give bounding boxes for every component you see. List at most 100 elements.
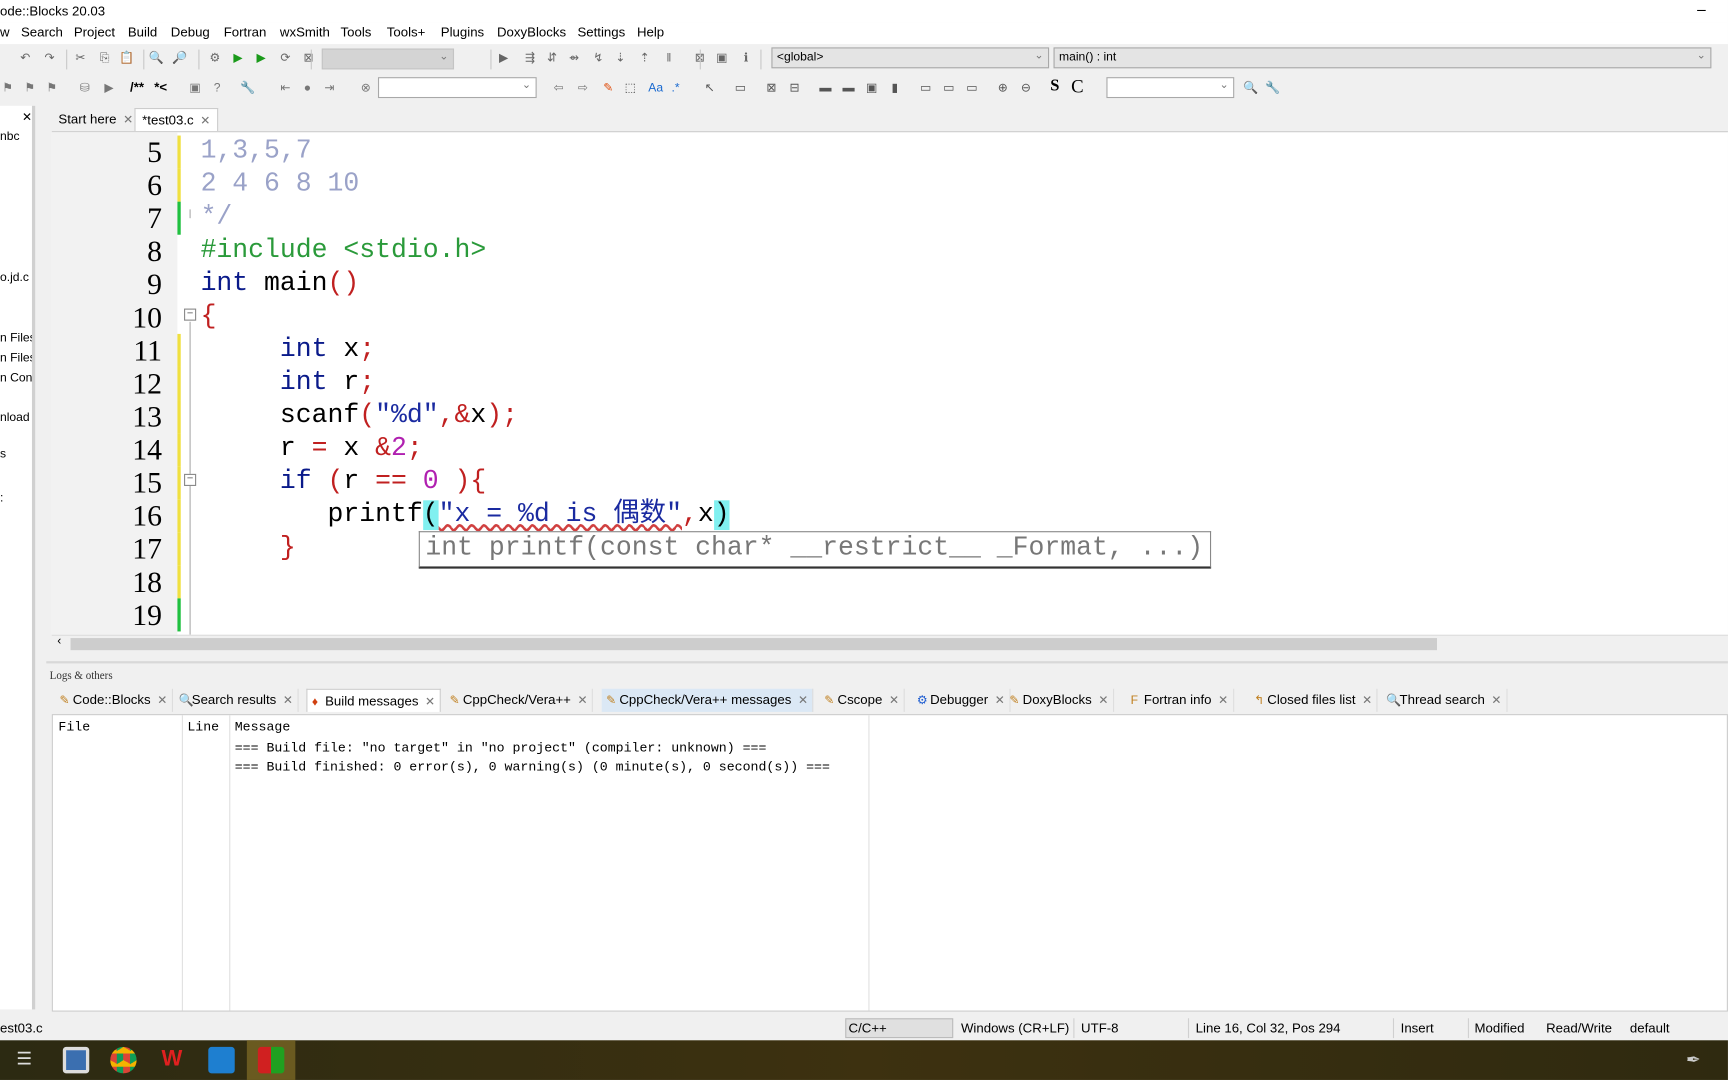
column-header-message[interactable]: Message [235, 720, 291, 735]
copy-icon[interactable]: 📋 [119, 51, 134, 66]
tree-item[interactable]: nbc [0, 130, 20, 143]
toolbar-tool-icon[interactable]: .* [668, 80, 683, 95]
log-tab[interactable]: ↰ Closed files list ✕ [1250, 688, 1378, 712]
toolbar-tool-icon[interactable]: ▬ [841, 80, 856, 95]
search-combo[interactable]: ⌄ [1106, 77, 1235, 99]
code-line[interactable]: } [201, 532, 296, 565]
run-icon[interactable]: ▶ [253, 51, 268, 66]
toolbar-tool-icon[interactable]: ▭ [733, 80, 748, 95]
build-icon[interactable]: ▶ [230, 51, 245, 66]
log-tab[interactable]: ♦ Build messages ✕ [306, 688, 441, 712]
step-instr-icon[interactable]: ⇡ [637, 51, 652, 66]
toolbar-tool-icon[interactable]: ▭ [918, 80, 933, 95]
wps-icon[interactable]: W [159, 1047, 185, 1073]
toolbar-tool-icon[interactable]: ↖ [702, 80, 717, 95]
close-tab-icon[interactable]: ✕ [123, 114, 133, 127]
jump-back-icon[interactable]: ⇤ [278, 80, 293, 95]
doxy-config-icon[interactable]: ▣ [187, 80, 202, 95]
pen-icon[interactable]: ✒ [1686, 1049, 1701, 1071]
highlight-pen-icon[interactable]: ✎ [601, 80, 616, 95]
toolbar-tool-icon[interactable]: ▭ [941, 80, 956, 95]
open-icon[interactable]: ↶ [18, 51, 33, 66]
close-tab-icon[interactable]: ✕ [1362, 694, 1372, 707]
file-explorer-icon[interactable] [62, 1046, 90, 1074]
info-icon[interactable]: ℹ [738, 51, 753, 66]
toolbar-tool-icon[interactable]: ⊟ [787, 80, 802, 95]
bookmark-next-icon[interactable]: ⚑ [22, 80, 37, 95]
symbol-s-button[interactable]: S [1050, 77, 1059, 96]
arrow-right-icon[interactable]: ⇨ [575, 80, 590, 95]
tree-item[interactable]: n Con [0, 371, 32, 384]
stop-icon[interactable]: ‖ [661, 51, 676, 66]
find-icon[interactable]: 🔎 [172, 51, 187, 66]
menu-w[interactable]: w [0, 24, 10, 39]
step-into-icon[interactable]: ⇴ [566, 51, 581, 66]
code-line[interactable]: */ [201, 202, 233, 235]
menu-wxsmith[interactable]: wxSmith [280, 24, 330, 39]
code-line[interactable]: r = x &2; [201, 433, 423, 466]
close-tab-icon[interactable]: ✕ [578, 694, 588, 707]
close-tab-icon[interactable]: ✕ [1098, 694, 1108, 707]
build-target-combo[interactable]: ⌄ [321, 48, 455, 70]
horizontal-scrollbar[interactable]: ‹ [51, 634, 1728, 651]
tree-item[interactable]: nload [0, 411, 30, 424]
tree-item[interactable]: : [0, 491, 3, 504]
minimize-button[interactable]: – [1690, 0, 1712, 20]
close-tab-icon[interactable]: ✕ [889, 694, 899, 707]
step-icon[interactable]: ⇵ [544, 51, 559, 66]
code-line[interactable]: if (r == 0 ){ [201, 466, 486, 499]
code-line[interactable]: 2 4 6 8 10 [201, 169, 360, 202]
code-line[interactable]: scanf("%d",&x); [201, 400, 518, 433]
close-tab-icon[interactable]: ✕ [1218, 694, 1228, 707]
step-out-icon[interactable]: ↯ [591, 51, 606, 66]
log-tab[interactable]: ⚙ Debugger ✕ [912, 688, 1011, 712]
tree-item[interactable]: n Files [0, 352, 32, 365]
scrollbar-thumb[interactable] [70, 638, 1438, 651]
code-line[interactable]: 1,3,5,7 [201, 136, 312, 169]
debug-window-icon[interactable]: ▣ [714, 51, 729, 66]
column-header-line[interactable]: Line [187, 720, 219, 735]
abort-icon[interactable]: ▶ [496, 51, 511, 66]
menu-build[interactable]: Build [128, 24, 157, 39]
rebuild-icon[interactable]: ⊠ [301, 51, 316, 66]
column-header-file[interactable]: File [58, 720, 90, 735]
log-tab[interactable]: ✎ Cscope ✕ [820, 688, 905, 712]
toolbar-tool-icon[interactable]: ⊖ [1018, 80, 1033, 95]
jump-dot-icon[interactable]: ● [300, 80, 315, 95]
toolbar-tool-icon[interactable]: ▮ [887, 80, 902, 95]
code-line[interactable]: #include <stdio.h> [201, 235, 487, 268]
toolbar-tool-icon[interactable]: Aa [648, 80, 663, 95]
toolbar-tool-icon[interactable]: 🔧 [1265, 80, 1280, 95]
toolbar-tool-icon[interactable]: ▭ [964, 80, 979, 95]
menu-tools[interactable]: Tools+ [387, 24, 426, 39]
build-messages-list[interactable]: File Line Message === Build file: "no ta… [51, 714, 1728, 1012]
close-tab-icon[interactable]: ✕ [157, 694, 167, 707]
menu-fortran[interactable]: Fortran [224, 24, 267, 39]
menu-search[interactable]: Search [21, 24, 63, 39]
jump-forward-icon[interactable]: ⇥ [322, 80, 337, 95]
menu-doxyblocks[interactable]: DoxyBlocks [497, 24, 566, 39]
cut-icon[interactable]: ⎘ [97, 51, 112, 66]
doxy-wizard-icon[interactable]: ⛁ [77, 80, 92, 95]
toolbar-tool-icon[interactable]: ⊠ [764, 80, 779, 95]
bookmark-clear-icon[interactable]: ⚑ [44, 80, 59, 95]
tab-test03[interactable]: *test03.c ✕ [134, 107, 219, 132]
code-line[interactable]: int x; [201, 334, 375, 367]
close-tab-icon[interactable]: ✕ [995, 694, 1005, 707]
bookmark-prev-icon[interactable]: ⚑ [0, 80, 15, 95]
toolbar-tool-icon[interactable]: 🔍 [1243, 80, 1258, 95]
tab-start-here[interactable]: Start here ✕ [52, 108, 140, 131]
close-tab-icon[interactable]: ✕ [798, 694, 808, 707]
log-tab[interactable]: ✎ CppCheck/Vera++ ✕ [445, 688, 594, 712]
menu-plugins[interactable]: Plugins [441, 24, 484, 39]
paste-icon[interactable]: 🔍 [149, 51, 164, 66]
menu-tools[interactable]: Tools [341, 24, 372, 39]
close-tab-icon[interactable]: ✕ [425, 695, 435, 708]
close-tab-icon[interactable]: ✕ [283, 694, 293, 707]
doxy-help-icon[interactable]: ? [209, 80, 224, 95]
close-panel-icon[interactable]: ✕ [22, 110, 32, 124]
next-instr-icon[interactable]: ⇣ [613, 51, 628, 66]
close-tab-icon[interactable]: ✕ [1491, 694, 1501, 707]
code-line[interactable]: int main() [201, 268, 360, 301]
fold-toggle-icon[interactable]: − [184, 473, 197, 486]
